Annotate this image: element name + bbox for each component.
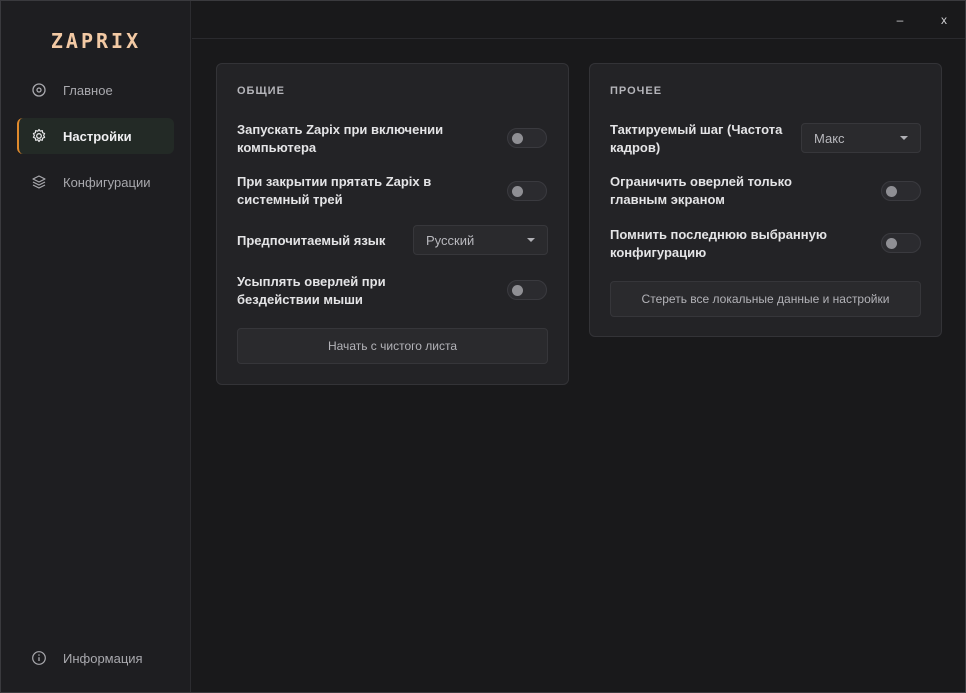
crosshair-icon (31, 82, 47, 98)
wipe-data-button[interactable]: Стереть все локальные данные и настройки (610, 281, 921, 317)
sidebar: ZAPRIX Главное Настройки Конфигурации Ин… (1, 1, 191, 692)
main-screen-label: Ограничить оверлей только главным экрано… (610, 174, 792, 207)
app-window: ZAPRIX Главное Настройки Конфигурации Ин… (0, 0, 966, 693)
remember-config-label: Помнить последнюю выбранную конфигурацию (610, 227, 827, 260)
chevron-down-icon (900, 136, 908, 140)
chevron-down-icon (527, 238, 535, 242)
language-value: Русский (426, 232, 475, 248)
autostart-toggle[interactable] (507, 128, 547, 148)
gear-icon (31, 128, 47, 144)
sidebar-item-label: Информация (63, 650, 143, 666)
sleep-overlay-toggle[interactable] (507, 280, 547, 300)
tick-rate-value: Макс (814, 130, 845, 146)
toggle-knob (886, 238, 897, 249)
tray-label: При закрытии прятать Zapix в системный т… (237, 174, 432, 207)
general-settings-panel: ОБЩИЕ Запускать Zapix при включении комп… (216, 63, 569, 385)
main-screen-toggle[interactable] (881, 181, 921, 201)
sidebar-item-label: Конфигурации (63, 174, 151, 190)
close-button[interactable]: x (933, 9, 955, 31)
toggle-knob (512, 186, 523, 197)
sidebar-item-label: Настройки (63, 128, 132, 144)
sidebar-item-main[interactable]: Главное (17, 72, 174, 108)
toggle-knob (886, 186, 897, 197)
panel-title: ПРОЧЕЕ (610, 85, 663, 97)
remember-config-toggle[interactable] (881, 233, 921, 253)
sidebar-item-configs[interactable]: Конфигурации (17, 164, 174, 200)
toggle-knob (512, 285, 523, 296)
other-settings-panel: ПРОЧЕЕ Тактируемый шаг (Частота кадров) … (589, 63, 942, 337)
sleep-overlay-label: Усыплять оверлей при бездействии мыши (237, 274, 386, 307)
tick-rate-select[interactable]: Макс (801, 123, 921, 153)
toggle-knob (512, 133, 523, 144)
autostart-label: Запускать Zapix при включении компьютера (237, 122, 444, 155)
panel-title: ОБЩИЕ (237, 85, 285, 97)
language-select[interactable]: Русский (413, 225, 548, 255)
minimize-button[interactable]: – (889, 9, 911, 31)
info-icon (31, 650, 47, 666)
app-logo: ZAPRIX (50, 29, 142, 53)
sidebar-item-label: Главное (63, 82, 113, 98)
tray-toggle[interactable] (507, 181, 547, 201)
title-bar: – x (192, 1, 965, 39)
sidebar-item-settings[interactable]: Настройки (17, 118, 174, 154)
layers-icon (31, 174, 47, 190)
reset-button[interactable]: Начать с чистого листа (237, 328, 548, 364)
sidebar-item-info[interactable]: Информация (17, 640, 174, 676)
tick-rate-label: Тактируемый шаг (Частота кадров) (610, 122, 783, 155)
